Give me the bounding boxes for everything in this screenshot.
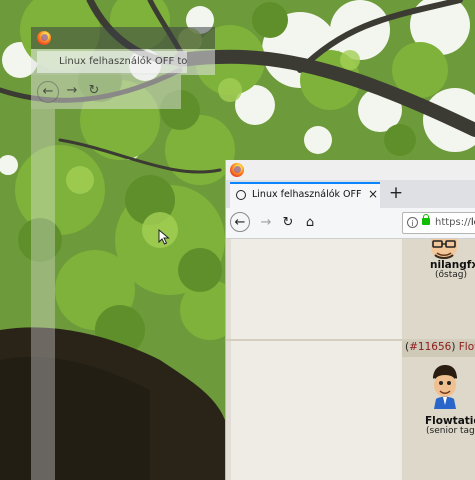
url-host: lo xyxy=(470,217,475,228)
url-bar[interactable]: i https://lo xyxy=(402,212,475,234)
home-button[interactable]: ⌂ xyxy=(300,212,320,234)
tab-title: Linux felhasználók OFF top xyxy=(252,189,364,200)
user-avatar-flowtation[interactable] xyxy=(430,365,460,409)
lock-icon[interactable] xyxy=(422,214,430,225)
reload-button[interactable]: ↻ xyxy=(278,212,298,234)
firefox-icon xyxy=(37,31,51,45)
back-button[interactable]: ← xyxy=(230,212,250,232)
close-tab-icon[interactable]: × xyxy=(368,187,378,201)
arrow-left-icon: ← xyxy=(37,81,59,103)
post-author-link[interactable]: Flowta xyxy=(459,341,475,353)
post-id-link[interactable]: #11656 xyxy=(409,341,451,353)
user-rank-1: (őstag) xyxy=(435,270,467,280)
ghost-navbar: ← → ↻ xyxy=(31,75,181,109)
forum-favicon-icon xyxy=(236,190,246,200)
ghost-tab: Linux felhasználók OFF top xyxy=(37,51,187,73)
window-titlebar[interactable] xyxy=(226,160,475,180)
firefox-window: Linux felhasználók OFF top × + ← → ↻ ⌂ i… xyxy=(225,160,475,480)
post-body-area xyxy=(231,239,401,480)
reload-icon: ↻ xyxy=(88,83,100,98)
info-icon[interactable]: i xyxy=(407,217,418,228)
ghost-window-edge xyxy=(31,109,55,480)
navigation-toolbar: ← → ↻ ⌂ i https://lo xyxy=(226,208,475,239)
user-rank-2: (senior tag) xyxy=(426,426,475,436)
url-text: https://lo xyxy=(435,217,475,228)
tab-linux-felhasznalok[interactable]: Linux felhasználók OFF top × xyxy=(230,182,380,208)
post-header-close-paren: ) xyxy=(451,341,456,353)
ghost-browser-window: Linux felhasználók OFF top ← → ↻ xyxy=(31,27,215,480)
ghost-tabstrip: Linux felhasználók OFF top xyxy=(31,49,215,75)
ghost-tab-title: Linux felhasználók OFF top xyxy=(59,56,187,67)
firefox-icon xyxy=(230,163,244,177)
post-header: (#11656) Flowta xyxy=(402,341,475,357)
ghost-titlebar xyxy=(31,27,215,49)
arrow-right-icon: → xyxy=(66,83,78,98)
new-tab-button[interactable]: + xyxy=(385,182,407,204)
forward-button[interactable]: → xyxy=(256,212,276,234)
mouse-cursor-icon xyxy=(158,229,170,245)
url-scheme: https:// xyxy=(435,217,471,228)
user-avatar-nilangfx[interactable] xyxy=(425,239,463,259)
tab-strip: Linux felhasználók OFF top × + xyxy=(226,180,475,208)
page-content: nilangfx (őstag) (#11656) Flowta Flowtat… xyxy=(226,239,475,480)
